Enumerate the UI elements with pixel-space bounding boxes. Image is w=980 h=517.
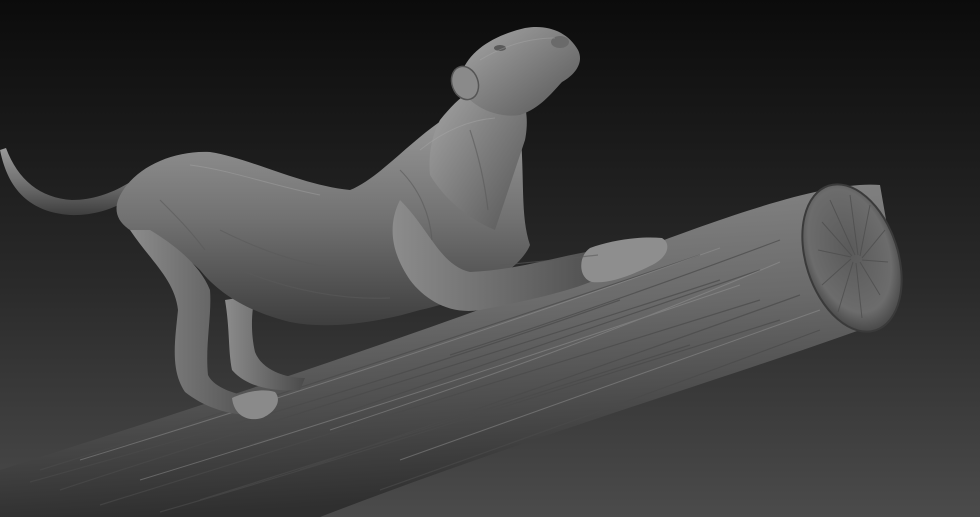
sculpt-viewport[interactable] — [0, 0, 980, 517]
sculpt-render — [0, 0, 980, 517]
